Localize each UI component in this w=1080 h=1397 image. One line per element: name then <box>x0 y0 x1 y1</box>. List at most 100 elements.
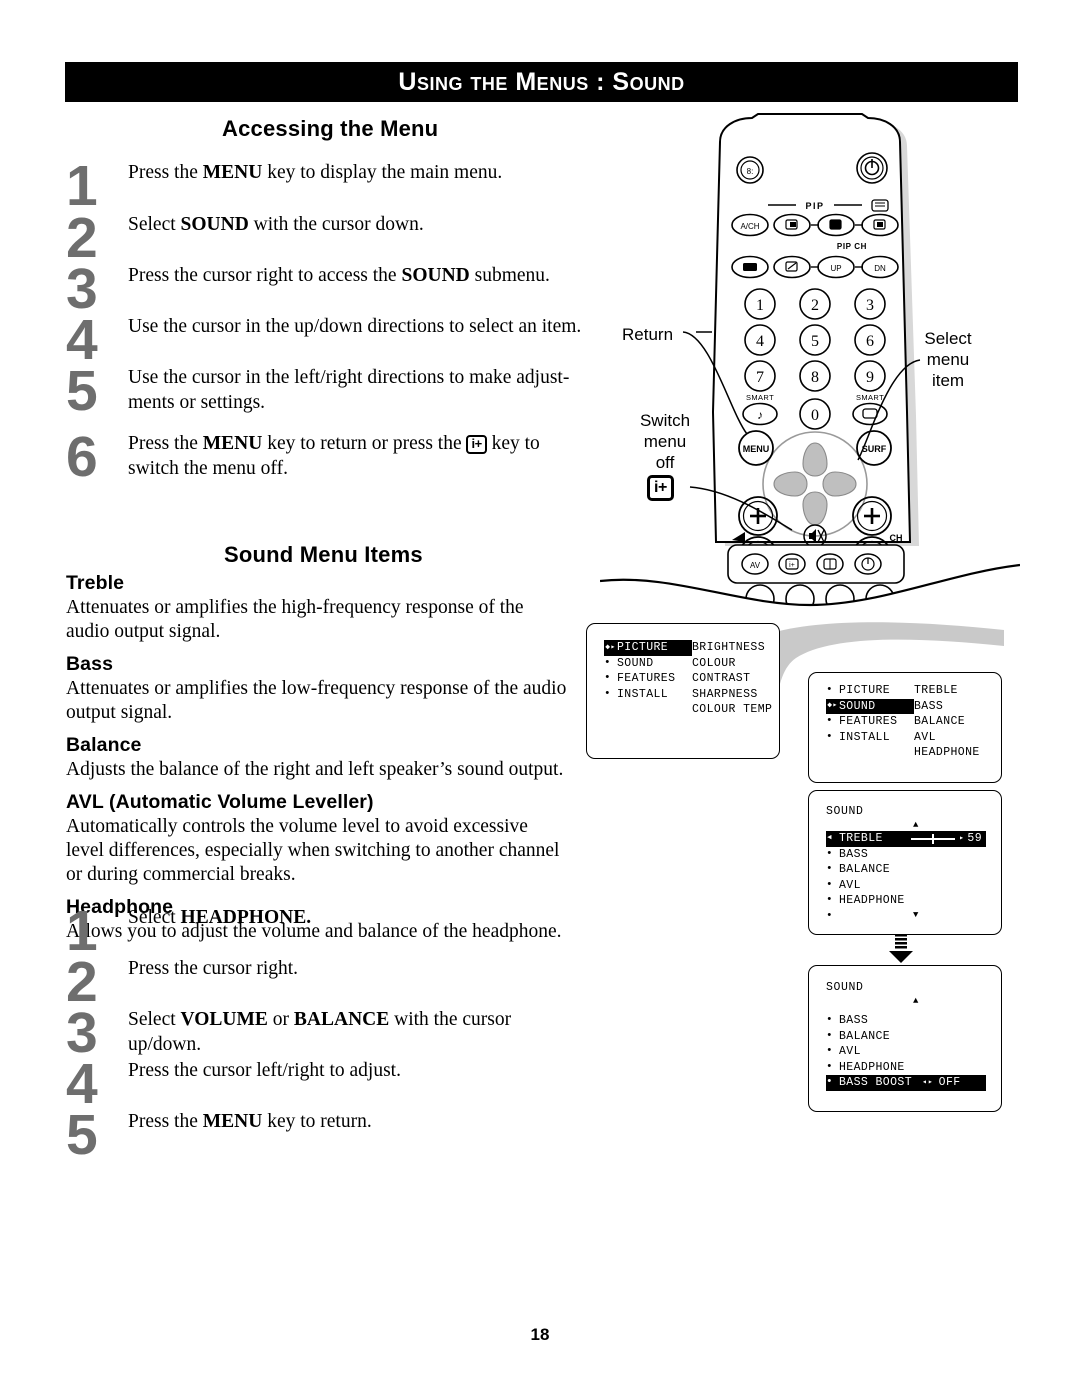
step-text-part: Select <box>128 1009 181 1030</box>
osd-submenu-item-label: AVL <box>839 878 861 892</box>
osd-submenu-item-bass[interactable]: • BASS <box>826 1013 986 1029</box>
osd-submenu-item[interactable]: HEADPHONE <box>914 745 980 761</box>
bullet-icon: • <box>826 909 834 922</box>
bullet-icon: • <box>826 1076 834 1088</box>
bullet-icon: • <box>604 687 612 700</box>
osd-menu-item-picture[interactable]: • PICTURE <box>826 683 914 699</box>
osd-menu-item-label: FEATURES <box>839 715 898 728</box>
osd-menu-item-label: PICTURE <box>617 641 669 654</box>
menu-item-title-treble: Treble <box>66 572 125 594</box>
osd-submenu-item-balance[interactable]: • BALANCE <box>826 862 986 878</box>
osd-menu-item-picture[interactable]: ◆▸ PICTURE <box>604 640 692 656</box>
osd-submenu-item[interactable]: SHARPNESS <box>692 687 772 703</box>
osd-submenu-item[interactable]: TREBLE <box>914 683 980 699</box>
osd-submenu-list: • BASS • BALANCE • AVL • HEADPHONE • BASS BOO… <box>826 1013 986 1091</box>
page-number: 18 <box>530 1325 550 1344</box>
svg-text:8: 8 <box>811 369 819 386</box>
step-text: Press the cursor left/right to adjust. <box>128 1060 401 1081</box>
osd-submenu-item-label: BASS BOOST <box>839 1076 913 1089</box>
step-text-part: with the cursor down. <box>248 214 424 235</box>
svg-text:AV: AV <box>750 561 761 570</box>
step-text: Press the cursor right. <box>128 958 299 979</box>
svg-text:♪: ♪ <box>757 408 763 422</box>
step-number: 1 <box>66 154 98 218</box>
osd-submenu-item-bass-boost[interactable]: • BASS BOOST ◂▸ OFF <box>826 1075 986 1091</box>
svg-text:SMART: SMART <box>856 393 884 402</box>
callout-select-menu-item: Select menu item <box>924 329 972 390</box>
osd-menu-item-sound[interactable]: ◆▸ SOUND <box>826 698 914 714</box>
osd-submenu-item[interactable]: CONTRAST <box>692 671 772 687</box>
menu-item-title-balance: Balance <box>66 734 142 756</box>
bullet-icon: • <box>826 1029 834 1042</box>
menu-item-body-balance: Adjusts the balance of the right and lef… <box>66 759 564 780</box>
step-text: Select HEADPHONE. <box>128 905 586 930</box>
osd-submenu-item-label: AVL <box>839 1045 861 1058</box>
svg-text:9: 9 <box>866 369 874 386</box>
step-text-bold: MENU <box>202 433 263 454</box>
step-text-part: Press the <box>128 1111 203 1132</box>
step-text-bold: HEADPHONE. <box>180 907 312 928</box>
step-number: 5 <box>66 1103 98 1167</box>
menu-item-body-avl: Automatically controls the volume level … <box>66 816 560 885</box>
osd-submenu-item[interactable]: COLOUR <box>692 656 772 672</box>
osd-submenu-item-avl[interactable]: • AVL <box>826 1044 986 1060</box>
step-item: 6 Press the MENU key to return or press … <box>66 429 586 487</box>
osd-submenu-item-bass[interactable]: • BASS <box>826 847 986 863</box>
step-text-part: Select <box>128 214 181 235</box>
step-text-bold: MENU <box>202 1111 263 1132</box>
osd-submenu-item-treble[interactable]: ◂ TREBLE ▸ 59 <box>826 831 986 847</box>
osd-menu-item-features[interactable]: • FEATURES <box>826 714 914 730</box>
cursor-left-icon: ◂ <box>826 832 834 844</box>
step-item: 3 Select VOLUME or BALANCE with the curs… <box>66 1005 586 1062</box>
svg-text:0: 0 <box>811 407 819 424</box>
osd-submenu-item-headphone[interactable]: • HEADPHONE <box>826 893 986 909</box>
step-text-part: or <box>267 1009 294 1030</box>
osd-submenu-item-balance[interactable]: • BALANCE <box>826 1029 986 1045</box>
sound-menu-items-descriptions: Treble Attenuates or amplifies the high-… <box>66 572 568 944</box>
osd-submenu-list: TREBLE BASS BALANCE AVL HEADPHONE <box>914 683 980 761</box>
step-item: 1 Press the MENU key to display the main… <box>66 154 586 218</box>
osd-menu-item-label: INSTALL <box>617 687 669 701</box>
osd-menu-item-label: INSTALL <box>839 730 891 744</box>
osd-menu-item-label: FEATURES <box>617 672 676 685</box>
osd-menu-item-install[interactable]: • INSTALL <box>604 687 692 703</box>
step-item: 5 Press the MENU key to return. <box>66 1103 586 1167</box>
step-item: 2 Select SOUND with the cursor down. <box>66 210 586 267</box>
osd-submenu-item-label: HEADPHONE <box>839 894 905 907</box>
osd-submenu-item[interactable]: BASS <box>914 699 980 715</box>
bullet-icon: • <box>826 1060 834 1073</box>
step-text: Select SOUND with the cursor down. <box>128 212 586 237</box>
osd-menu-item-install[interactable]: • INSTALL <box>826 730 914 746</box>
step-number: 5 <box>66 359 98 423</box>
step-item: 4 Use the cursor in the up/down directio… <box>66 312 586 369</box>
osd-menu-item-features[interactable]: • FEATURES <box>604 671 692 687</box>
info-plus-key-icon: i+ <box>647 475 674 501</box>
step-text: Press the MENU key to return. <box>128 1109 586 1134</box>
osd-menu-item-sound[interactable]: • SOUND <box>604 656 692 672</box>
treble-slider[interactable]: ▸ 59 <box>908 831 986 847</box>
svg-text:DN: DN <box>874 264 886 273</box>
cursor-indicator-icon: ◆▸ <box>827 701 838 711</box>
bass-boost-value: OFF <box>938 1076 961 1089</box>
osd-submenu-heading: SOUND <box>826 981 864 994</box>
osd-submenu-item[interactable]: BALANCE <box>914 714 980 730</box>
bullet-icon: • <box>826 730 834 743</box>
bullet-icon: • <box>826 847 834 860</box>
cursor-right-icon: ▸ <box>959 834 965 843</box>
osd-submenu-item[interactable]: BRIGHTNESS <box>692 640 772 656</box>
sound-menu-items-heading: Sound Menu Items <box>224 542 423 567</box>
osd-submenu-item-headphone[interactable]: • HEADPHONE <box>826 1060 986 1076</box>
osd-menu-item-label: SOUND <box>839 699 876 713</box>
bullet-icon: • <box>826 863 834 875</box>
osd-panel-picture-menu: ◆▸ PICTURE • SOUND • FEATURES • INSTALL BRIG… <box>586 623 780 759</box>
osd-submenu-item[interactable]: AVL <box>914 730 980 746</box>
step-text: Use the cursor in the left/right directi… <box>128 367 570 413</box>
bullet-icon: • <box>826 1014 834 1026</box>
osd-submenu-item[interactable]: COLOUR TEMP <box>692 702 772 718</box>
osd-submenu-item-label: BASS <box>839 847 869 861</box>
bullet-icon: • <box>826 878 834 891</box>
svg-text:SURF: SURF <box>862 444 887 454</box>
osd-step-down-arrow-icon <box>889 934 913 963</box>
cursor-indicator-icon: ◆▸ <box>605 642 616 652</box>
osd-submenu-item-avl[interactable]: • AVL <box>826 878 986 894</box>
